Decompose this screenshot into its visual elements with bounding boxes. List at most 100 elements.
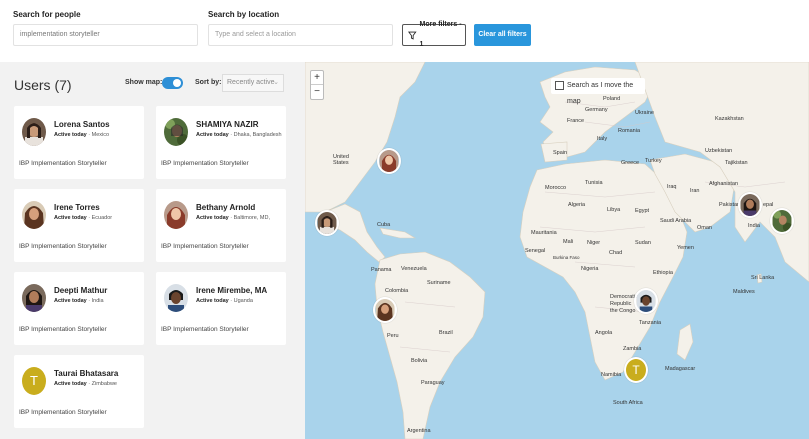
map-marker-user[interactable] [373, 297, 397, 323]
map-label: Tanzania [639, 320, 662, 326]
user-activity: Active today · Mexico [54, 132, 110, 138]
zoom-out-button[interactable]: − [311, 85, 323, 99]
map-label: Venezuela [401, 266, 427, 272]
zoom-in-button[interactable]: + [311, 71, 323, 85]
user-activity: Active today · Zimbabwe [54, 381, 117, 387]
map-label: Kazakhstan [715, 116, 744, 122]
user-role: IBP Implementation Storyteller [161, 326, 249, 333]
map-label: Cuba [377, 222, 391, 228]
avatar [22, 201, 46, 229]
map-label: Tajikistan [725, 160, 748, 166]
user-card[interactable]: Irene Torres Active today · Ecuador IBP … [14, 189, 144, 262]
map-label: Ukraine [635, 110, 654, 116]
map-label: Mali [563, 239, 574, 245]
map-label: Colombia [385, 288, 409, 294]
map-label: South Africa [613, 400, 643, 406]
map-label: Nigeria [581, 266, 599, 272]
map-label: Greece [621, 160, 640, 166]
more-filters-button[interactable]: More filters - 1 [402, 21, 466, 48]
map-label: India [748, 223, 760, 229]
map-label: Paraguay [421, 380, 445, 386]
search-bar: Search for people implementation storyte… [0, 0, 809, 62]
avatar [164, 201, 188, 229]
map-label: Burkina Faso [553, 255, 580, 260]
map-marker-user[interactable] [377, 148, 401, 174]
map-label: Algeria [568, 202, 586, 208]
user-card[interactable]: Lorena Santos Active today · Mexico IBP … [14, 106, 144, 179]
map-label: Iraq [667, 184, 677, 190]
user-role: IBP Implementation Storyteller [19, 409, 107, 416]
map-marker-user[interactable] [770, 208, 794, 234]
map-marker-user[interactable]: T [624, 357, 648, 383]
users-count-title: Users (7) [14, 77, 72, 93]
user-activity: Active today · Baltimore, MD, [196, 215, 270, 221]
map-label: Oman [697, 225, 712, 231]
map-label: Uzbekistan [705, 148, 733, 154]
map-label: Sri Lanka [751, 275, 775, 281]
user-activity: Active today · Uganda [196, 298, 253, 304]
user-name: Taurai Bhatasara [54, 369, 119, 378]
map-label: Romania [618, 128, 641, 134]
world-map[interactable]: + − Search as I move the map Poland Germ… [305, 62, 809, 439]
map-label: Yemen [677, 245, 694, 251]
user-activity: Active today · Dhaka, Bangladesh [196, 132, 282, 138]
avatar: T [22, 367, 46, 395]
avatar [164, 118, 188, 146]
user-name: Bethany Arnold [196, 203, 256, 212]
sort-select[interactable]: Recently active ⌄ [222, 74, 284, 92]
map-label: Saudi Arabia [660, 218, 692, 224]
toggle-knob [173, 79, 181, 87]
map-label: Sudan [635, 240, 651, 246]
map-label: Mauritania [531, 230, 557, 236]
location-search-label: Search by location [208, 10, 280, 19]
map-marker-user[interactable] [634, 288, 658, 314]
map-label: Brazil [439, 330, 453, 336]
user-card[interactable]: T Taurai Bhatasara Active today · Zimbab… [14, 355, 144, 428]
avatar [164, 284, 188, 312]
user-card[interactable]: Deepti Mathur Active today · India IBP I… [14, 272, 144, 345]
clear-filters-button[interactable]: Clear all filters [474, 24, 531, 46]
map-label: Zambia [623, 346, 642, 352]
map-marker-user[interactable] [738, 192, 762, 218]
user-role: IBP Implementation Storyteller [161, 243, 249, 250]
people-search-page: Search for people implementation storyte… [0, 0, 809, 439]
map-label: Senegal [525, 248, 546, 254]
map-label: Turkey [645, 158, 662, 164]
user-name: Irene Torres [54, 203, 100, 212]
map-label: Iran [690, 188, 700, 194]
map-label: France [567, 118, 585, 124]
map-label: Tunisia [585, 180, 603, 186]
map-label: Suriname [427, 280, 451, 286]
user-card[interactable]: Bethany Arnold Active today · Baltimore,… [156, 189, 286, 262]
user-name: Deepti Mathur [54, 286, 108, 295]
map-label: Angola [595, 330, 613, 336]
map-marker-user[interactable] [315, 210, 339, 236]
user-name: SHAMIYA NAZIR [196, 120, 259, 129]
map-label: Pakistan [719, 202, 741, 208]
people-search-input[interactable]: implementation storyteller [13, 24, 198, 46]
show-map-toggle[interactable] [162, 77, 183, 89]
filter-icon [408, 31, 417, 40]
user-card[interactable]: Irene Mirembe, MA Active today · Uganda … [156, 272, 286, 345]
people-search-label: Search for people [13, 10, 81, 19]
map-label: Peru [387, 333, 399, 339]
location-search-input[interactable]: Type and select a location [208, 24, 393, 46]
sort-select-value: Recently active [227, 79, 275, 86]
map-label: epal [763, 202, 774, 208]
user-activity: Active today · India [54, 298, 104, 304]
map-label: Morocco [545, 185, 567, 191]
map-label: Panama [371, 267, 392, 273]
chevron-down-icon: ⌄ [273, 79, 279, 86]
map-label: Egypt [635, 208, 650, 214]
map-label: Italy [597, 136, 608, 142]
map-label: Germany [585, 107, 608, 113]
sort-by-label: Sort by: [195, 79, 222, 86]
map-label: Niger [587, 240, 601, 246]
user-role: IBP Implementation Storyteller [19, 326, 107, 333]
map-label: Ethiopia [653, 270, 673, 276]
user-card[interactable]: SHAMIYA NAZIR Active today · Dhaka, Bang… [156, 106, 286, 179]
map-label: Namibia [601, 372, 622, 378]
map-label: Poland [603, 96, 621, 102]
user-role: IBP Implementation Storyteller [19, 243, 107, 250]
search-as-move-checkbox[interactable]: Search as I move the map [551, 78, 645, 105]
